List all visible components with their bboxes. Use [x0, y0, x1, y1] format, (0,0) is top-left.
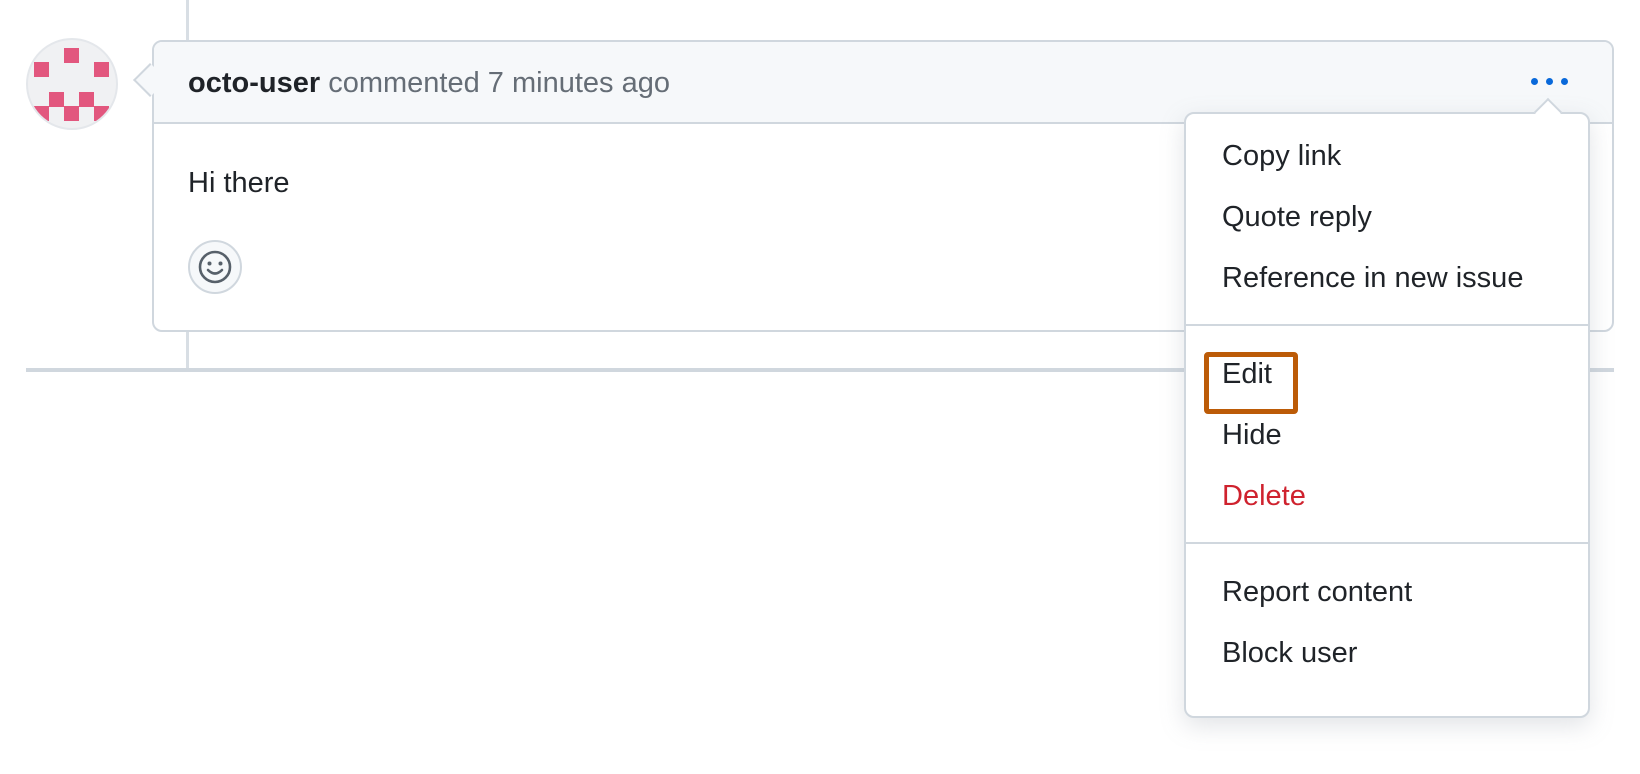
comment-body: Hi there: [188, 167, 290, 199]
add-reaction-button[interactable]: [188, 240, 242, 294]
avatar-pixel: [49, 92, 64, 107]
avatar-pixel: [64, 48, 79, 63]
avatar-pixel: [34, 62, 49, 77]
menu-item-reference-in-new-issue[interactable]: Reference in new issue: [1222, 256, 1523, 300]
kebab-horizontal-icon[interactable]: [1528, 72, 1572, 96]
kebab-dot: [1561, 78, 1568, 85]
avatar-pixel: [64, 106, 79, 121]
menu-item-delete[interactable]: Delete: [1222, 474, 1306, 518]
menu-item-quote-reply[interactable]: Quote reply: [1222, 195, 1372, 239]
menu-divider: [1186, 542, 1588, 544]
avatar-pixel: [34, 106, 49, 121]
edit-highlight-box: [1204, 352, 1298, 414]
menu-item-copy-link[interactable]: Copy link: [1222, 134, 1341, 178]
avatar-pixel: [94, 62, 109, 77]
comment-author-link[interactable]: octo-user: [188, 67, 320, 99]
avatar-pixel: [94, 106, 109, 121]
comment-options-menu: Copy link Quote reply Reference in new i…: [1184, 112, 1590, 718]
comment-header-text: octo-user commented 7 minutes ago: [188, 66, 670, 100]
menu-item-report-content[interactable]: Report content: [1222, 570, 1412, 614]
kebab-dot: [1531, 78, 1538, 85]
smiley-icon: [198, 250, 232, 284]
menu-item-block-user[interactable]: Block user: [1222, 631, 1357, 675]
menu-divider: [1186, 324, 1588, 326]
avatar-pixel: [79, 92, 94, 107]
user-avatar[interactable]: [26, 38, 118, 130]
comment-timestamp[interactable]: 7 minutes ago: [488, 67, 670, 99]
menu-item-hide[interactable]: Hide: [1222, 413, 1282, 457]
comment-action: commented: [328, 67, 480, 99]
kebab-dot: [1546, 78, 1553, 85]
